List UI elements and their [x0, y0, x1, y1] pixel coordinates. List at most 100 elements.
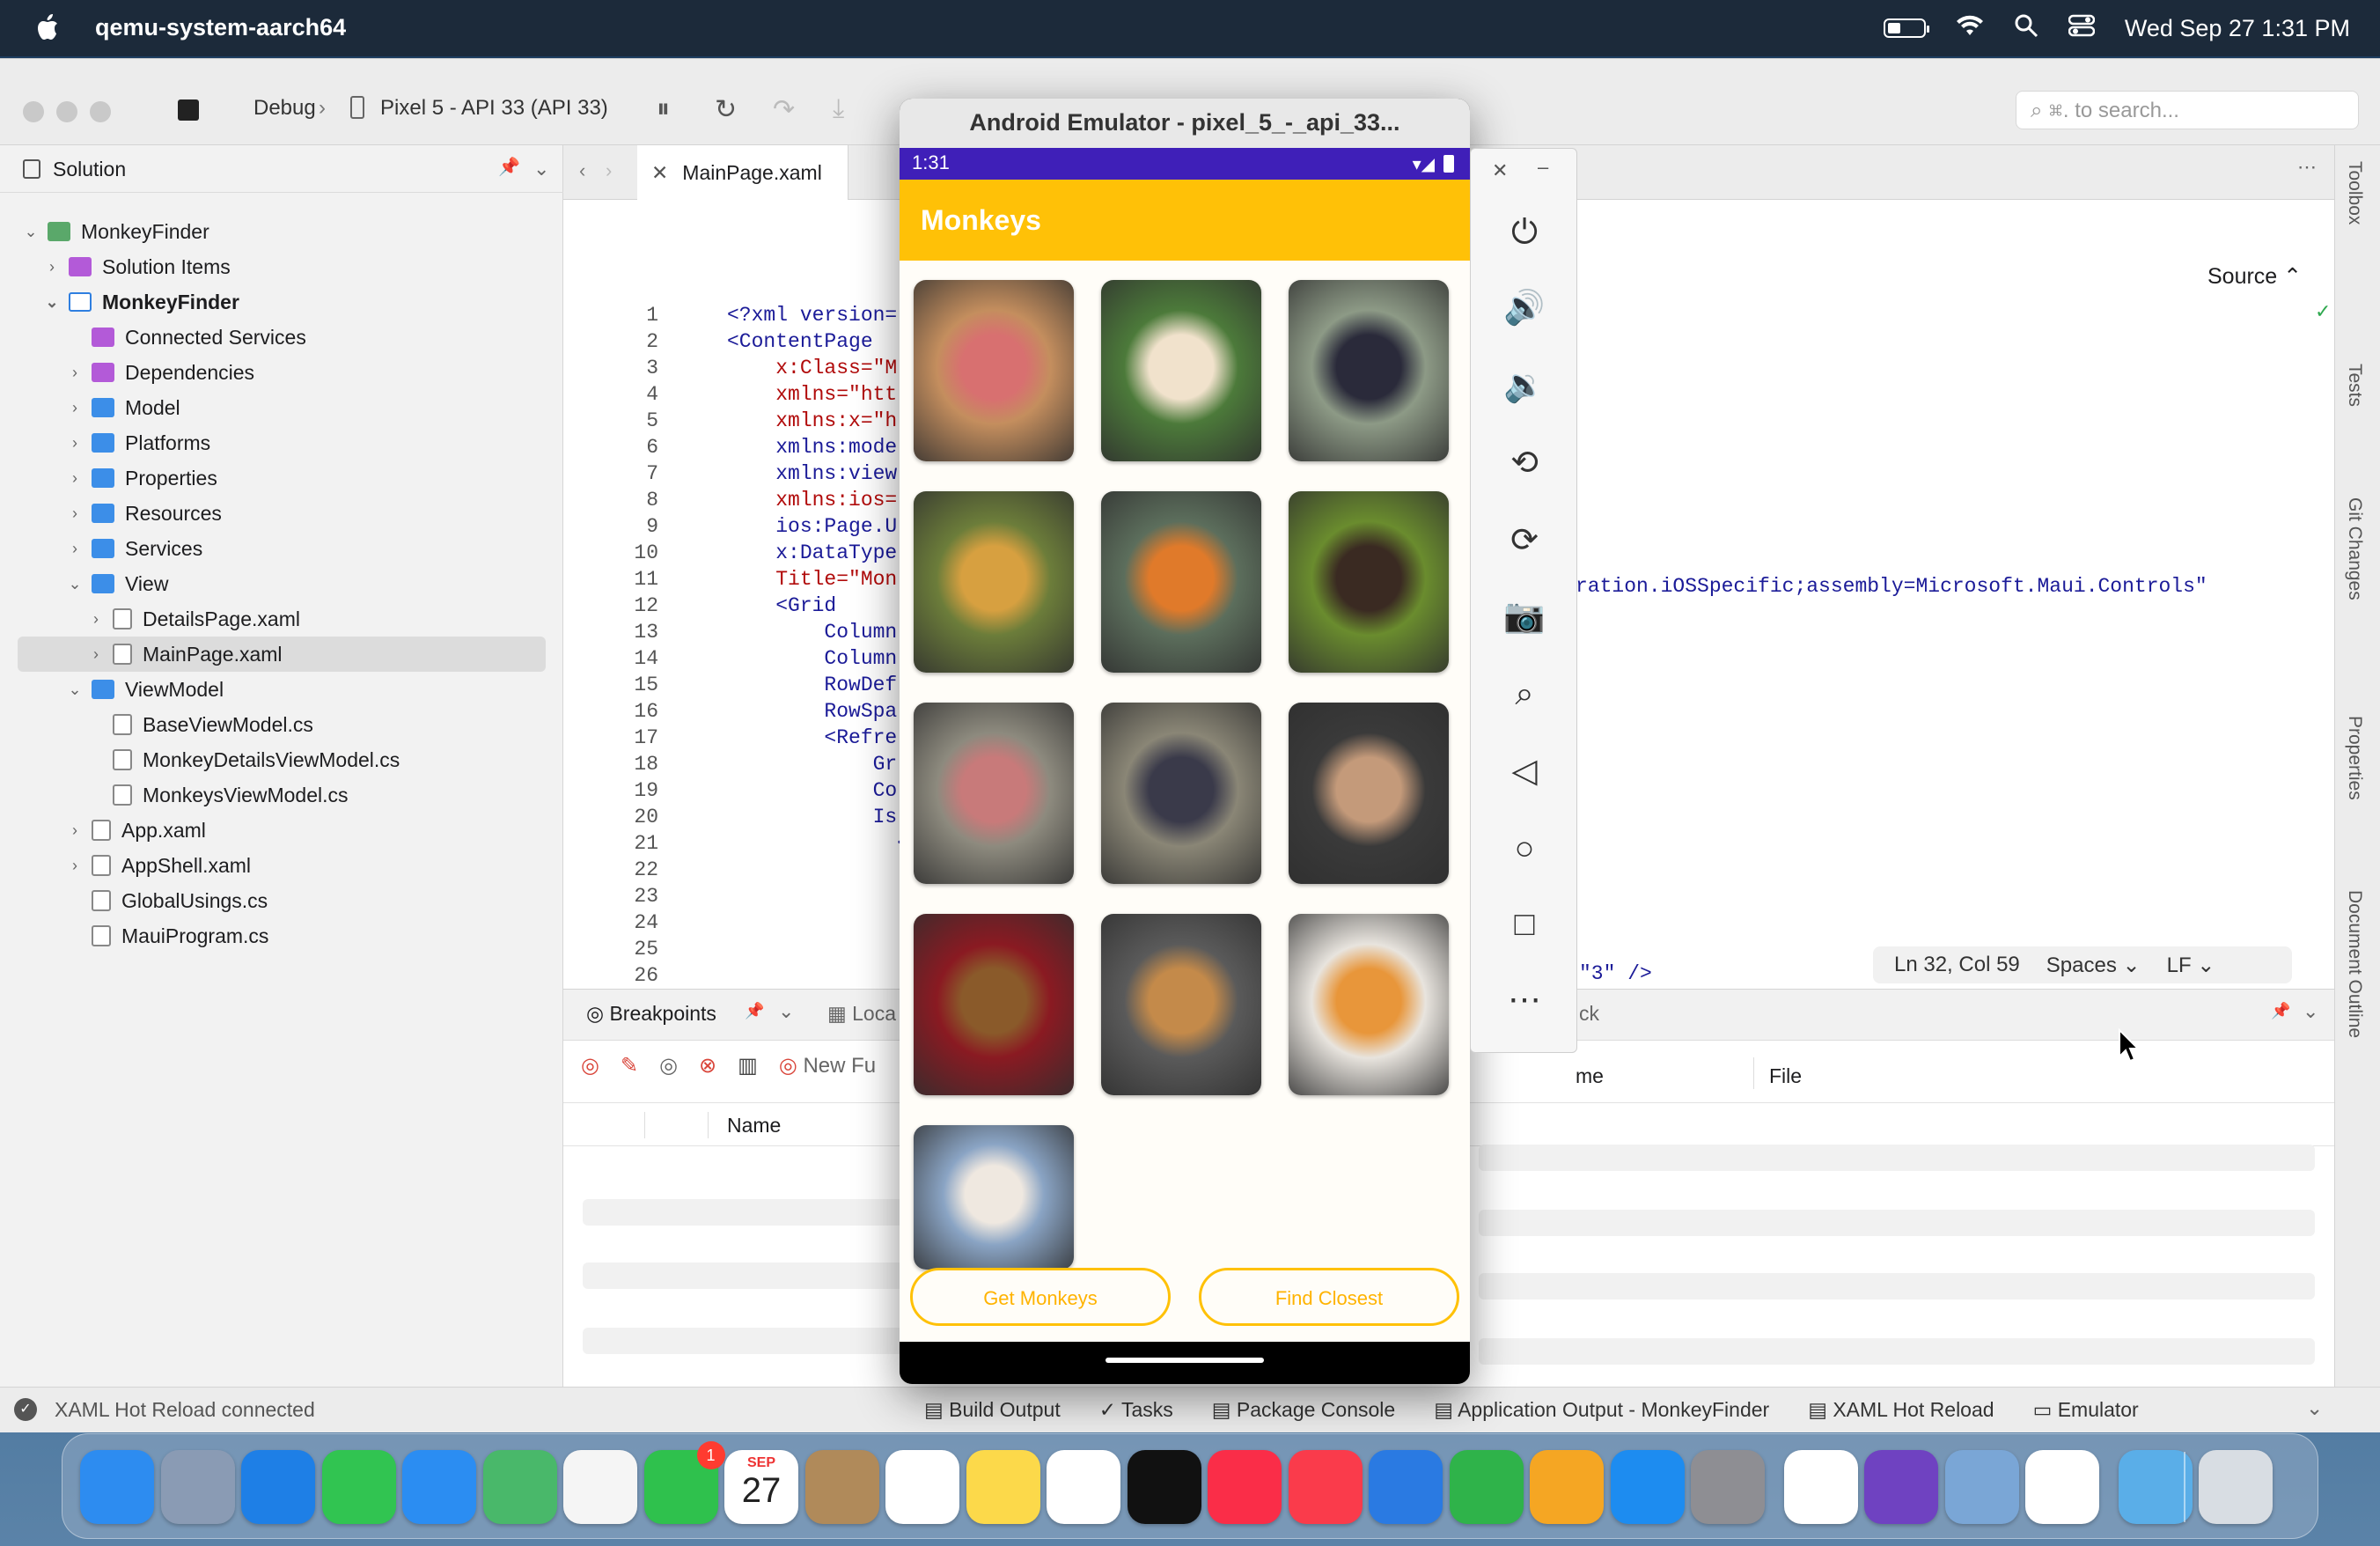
- monkey-image[interactable]: [1289, 703, 1449, 884]
- visual-studio-icon[interactable]: [1864, 1450, 1938, 1524]
- volume-down-icon[interactable]: 🔉: [1501, 362, 1548, 409]
- pad-xaml-hot-reload[interactable]: ▤ XAML Hot Reload: [1808, 1398, 1994, 1422]
- tab-call-stack[interactable]: ck: [1579, 1002, 1599, 1026]
- monkey-image[interactable]: [1101, 914, 1261, 1095]
- nav-back-icon[interactable]: ‹: [579, 159, 585, 182]
- columns-icon[interactable]: ▥: [738, 1053, 758, 1079]
- spotlight-search-icon[interactable]: [2014, 13, 2038, 44]
- chevron-down-icon[interactable]: ⌄: [65, 681, 84, 699]
- stop-icon[interactable]: [178, 99, 199, 121]
- tree-item-global-usings[interactable]: GlobalUsings.cs: [65, 883, 549, 918]
- trash-icon[interactable]: [2199, 1450, 2273, 1524]
- tree-item-view[interactable]: ⌄ View: [65, 566, 549, 601]
- monkey-image[interactable]: [1289, 914, 1449, 1095]
- reminders-icon[interactable]: [885, 1450, 959, 1524]
- tab-main-page[interactable]: ✕ MainPage.xaml: [637, 145, 848, 200]
- zoom-icon[interactable]: ⌕: [1501, 670, 1548, 718]
- pad-package-console[interactable]: ▤ Package Console: [1212, 1398, 1395, 1422]
- cursor-position[interactable]: Ln 32, Col 59: [1894, 953, 2020, 977]
- monkey-image[interactable]: [1101, 491, 1261, 673]
- wifi-icon[interactable]: [1956, 14, 1984, 43]
- monkey-image[interactable]: [1289, 491, 1449, 673]
- home-handle[interactable]: [1106, 1358, 1264, 1363]
- toggle-breakpoints-icon[interactable]: ◎: [659, 1053, 678, 1079]
- minimize-window-button[interactable]: [56, 101, 77, 122]
- zoom-window-button[interactable]: [90, 101, 111, 122]
- more-icon[interactable]: ⋯: [1501, 976, 1548, 1024]
- get-monkeys-button[interactable]: Get Monkeys: [910, 1268, 1171, 1326]
- search-field[interactable]: ⌕ ⌘. to search...: [2016, 91, 2359, 129]
- monkey-image[interactable]: [914, 280, 1074, 461]
- chevron-right-icon[interactable]: ›: [65, 540, 84, 558]
- tree-item-model[interactable]: › Model: [65, 390, 549, 425]
- side-tab-document-outline[interactable]: Document Outline: [2344, 890, 2365, 1038]
- battery-icon[interactable]: [1883, 18, 1929, 38]
- pin-icon[interactable]: 📌: [745, 1002, 764, 1020]
- close-emulator-icon[interactable]: ✕: [1492, 159, 1508, 182]
- chevron-down-icon[interactable]: ⌄: [65, 575, 84, 593]
- tree-item-main-page[interactable]: › MainPage.xaml: [18, 637, 546, 672]
- monkey-image[interactable]: [1101, 280, 1261, 461]
- tree-item-app-xaml[interactable]: › App.xaml: [65, 813, 549, 848]
- monkey-image[interactable]: [1101, 703, 1261, 884]
- menu-clock[interactable]: Wed Sep 27 1:31 PM: [2125, 15, 2350, 42]
- side-tab-properties[interactable]: Properties: [2344, 716, 2365, 800]
- file-column-header[interactable]: File: [1753, 1064, 1802, 1088]
- back-icon[interactable]: ◁: [1501, 747, 1548, 795]
- find-closest-button[interactable]: Find Closest: [1199, 1268, 1459, 1326]
- control-center-icon[interactable]: [2068, 14, 2096, 43]
- side-tab-git-changes[interactable]: Git Changes: [2344, 497, 2365, 600]
- pin-icon[interactable]: 📌: [2271, 1002, 2290, 1020]
- chevron-right-icon[interactable]: ›: [42, 258, 62, 276]
- restart-icon[interactable]: ↻: [715, 94, 737, 125]
- safari-icon[interactable]: [241, 1450, 315, 1524]
- chevron-right-icon[interactable]: ›: [65, 821, 84, 840]
- tab-locals[interactable]: ▦ Loca: [827, 1002, 896, 1026]
- tree-item-dependencies[interactable]: › Dependencies: [65, 355, 549, 390]
- apple-menu-icon[interactable]: [33, 12, 60, 42]
- tree-item-properties[interactable]: › Properties: [65, 460, 549, 496]
- new-function-breakpoint[interactable]: ◎ New Fu: [779, 1053, 876, 1079]
- chrome-icon[interactable]: [1783, 1450, 1858, 1524]
- tree-item-solution-items[interactable]: › Solution Items: [42, 249, 549, 284]
- overview-icon[interactable]: □: [1501, 901, 1548, 948]
- numbers-icon[interactable]: [1449, 1450, 1524, 1524]
- name-column-header-right[interactable]: me: [1576, 1064, 1604, 1088]
- facetime-icon[interactable]: 1: [643, 1441, 725, 1524]
- pad-options-chevron-icon[interactable]: ⌄: [533, 158, 549, 180]
- chevron-down-icon[interactable]: ⌄: [778, 1000, 794, 1023]
- monkey-image[interactable]: [1289, 280, 1449, 461]
- chevron-right-icon[interactable]: ›: [65, 469, 84, 488]
- keynote-icon[interactable]: [1369, 1450, 1443, 1524]
- target-device[interactable]: Pixel 5 - API 33 (API 33): [380, 96, 608, 121]
- rotate-right-icon[interactable]: ⟳: [1501, 517, 1548, 564]
- maps-icon[interactable]: [482, 1450, 557, 1524]
- monkey-image[interactable]: [914, 914, 1074, 1095]
- pad-emulator[interactable]: ▭ Emulator: [2033, 1398, 2139, 1422]
- photos-icon[interactable]: [563, 1450, 637, 1524]
- tree-item-resources[interactable]: › Resources: [65, 496, 549, 531]
- tree-item-monkeys-viewmodel[interactable]: MonkeysViewModel.cs: [86, 777, 549, 813]
- tree-item-connected-services[interactable]: Connected Services: [65, 320, 549, 355]
- notes-icon[interactable]: [966, 1450, 1040, 1524]
- pad-build-output[interactable]: ▤ Build Output: [924, 1398, 1061, 1422]
- emulator-title[interactable]: Android Emulator - pixel_5_-_api_33...: [900, 99, 1470, 148]
- close-window-button[interactable]: [23, 101, 44, 122]
- preview-icon[interactable]: [1944, 1450, 2019, 1524]
- monkey-image[interactable]: [914, 491, 1074, 673]
- chevron-down-icon[interactable]: ⌄: [21, 223, 40, 241]
- app-store-icon[interactable]: [1610, 1450, 1685, 1524]
- messages-icon[interactable]: [321, 1450, 396, 1524]
- downloads-folder-icon[interactable]: [2118, 1450, 2193, 1524]
- chevron-down-icon[interactable]: ⌄: [42, 293, 62, 312]
- active-app-name[interactable]: qemu-system-aarch64: [95, 14, 346, 41]
- side-tab-tests[interactable]: Tests: [2344, 364, 2365, 407]
- home-icon[interactable]: ○: [1501, 825, 1548, 872]
- pin-icon[interactable]: 📌: [498, 156, 520, 178]
- more-icon[interactable]: ⋯: [2297, 156, 2317, 179]
- finder-icon[interactable]: [80, 1450, 154, 1524]
- delete-all-icon[interactable]: ⊗: [699, 1053, 716, 1079]
- tv-icon[interactable]: [1127, 1450, 1201, 1524]
- tree-item-maui-program[interactable]: MauiProgram.cs: [65, 918, 549, 953]
- step-into-icon[interactable]: ⤓: [833, 94, 844, 124]
